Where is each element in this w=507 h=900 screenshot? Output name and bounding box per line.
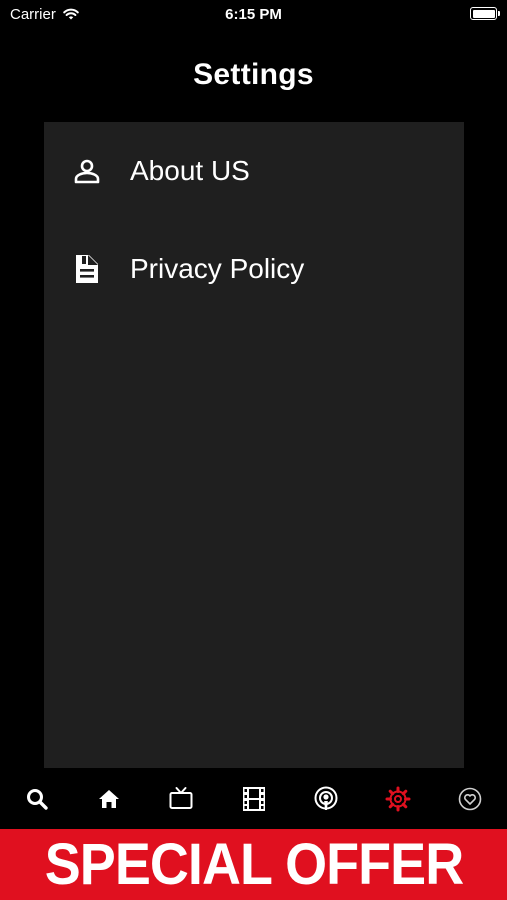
search-icon (27, 789, 48, 810)
menu-item-about-us[interactable]: About US (44, 141, 464, 201)
tab-search[interactable] (24, 786, 50, 812)
tab-movies[interactable] (241, 786, 267, 812)
tab-home[interactable] (96, 786, 122, 812)
tab-tv[interactable] (168, 786, 194, 812)
film-icon (243, 787, 265, 811)
menu-item-label: Privacy Policy (130, 253, 305, 284)
tab-settings[interactable] (385, 786, 411, 812)
settings-panel: About US Privacy Policy (44, 122, 464, 768)
status-bar: Carrier 6:15 PM (0, 0, 507, 30)
menu-item-label: About US (130, 155, 250, 186)
podcast-icon (314, 786, 338, 810)
gear-icon (385, 786, 411, 812)
document-icon (72, 254, 102, 284)
tab-podcasts[interactable] (313, 786, 339, 812)
status-time: 6:15 PM (225, 6, 282, 23)
battery-icon (470, 7, 500, 20)
special-offer-banner[interactable]: SPECIAL OFFER (0, 829, 507, 900)
page-title: Settings (193, 58, 314, 91)
tv-icon (169, 787, 193, 809)
heart-icon (458, 787, 482, 811)
banner-text: SPECIAL OFFER (44, 831, 463, 897)
tab-bar (0, 774, 507, 824)
menu-item-privacy-policy[interactable]: Privacy Policy (44, 239, 464, 299)
person-icon (72, 156, 102, 186)
home-icon (99, 790, 119, 808)
tab-favorites[interactable] (457, 786, 483, 812)
